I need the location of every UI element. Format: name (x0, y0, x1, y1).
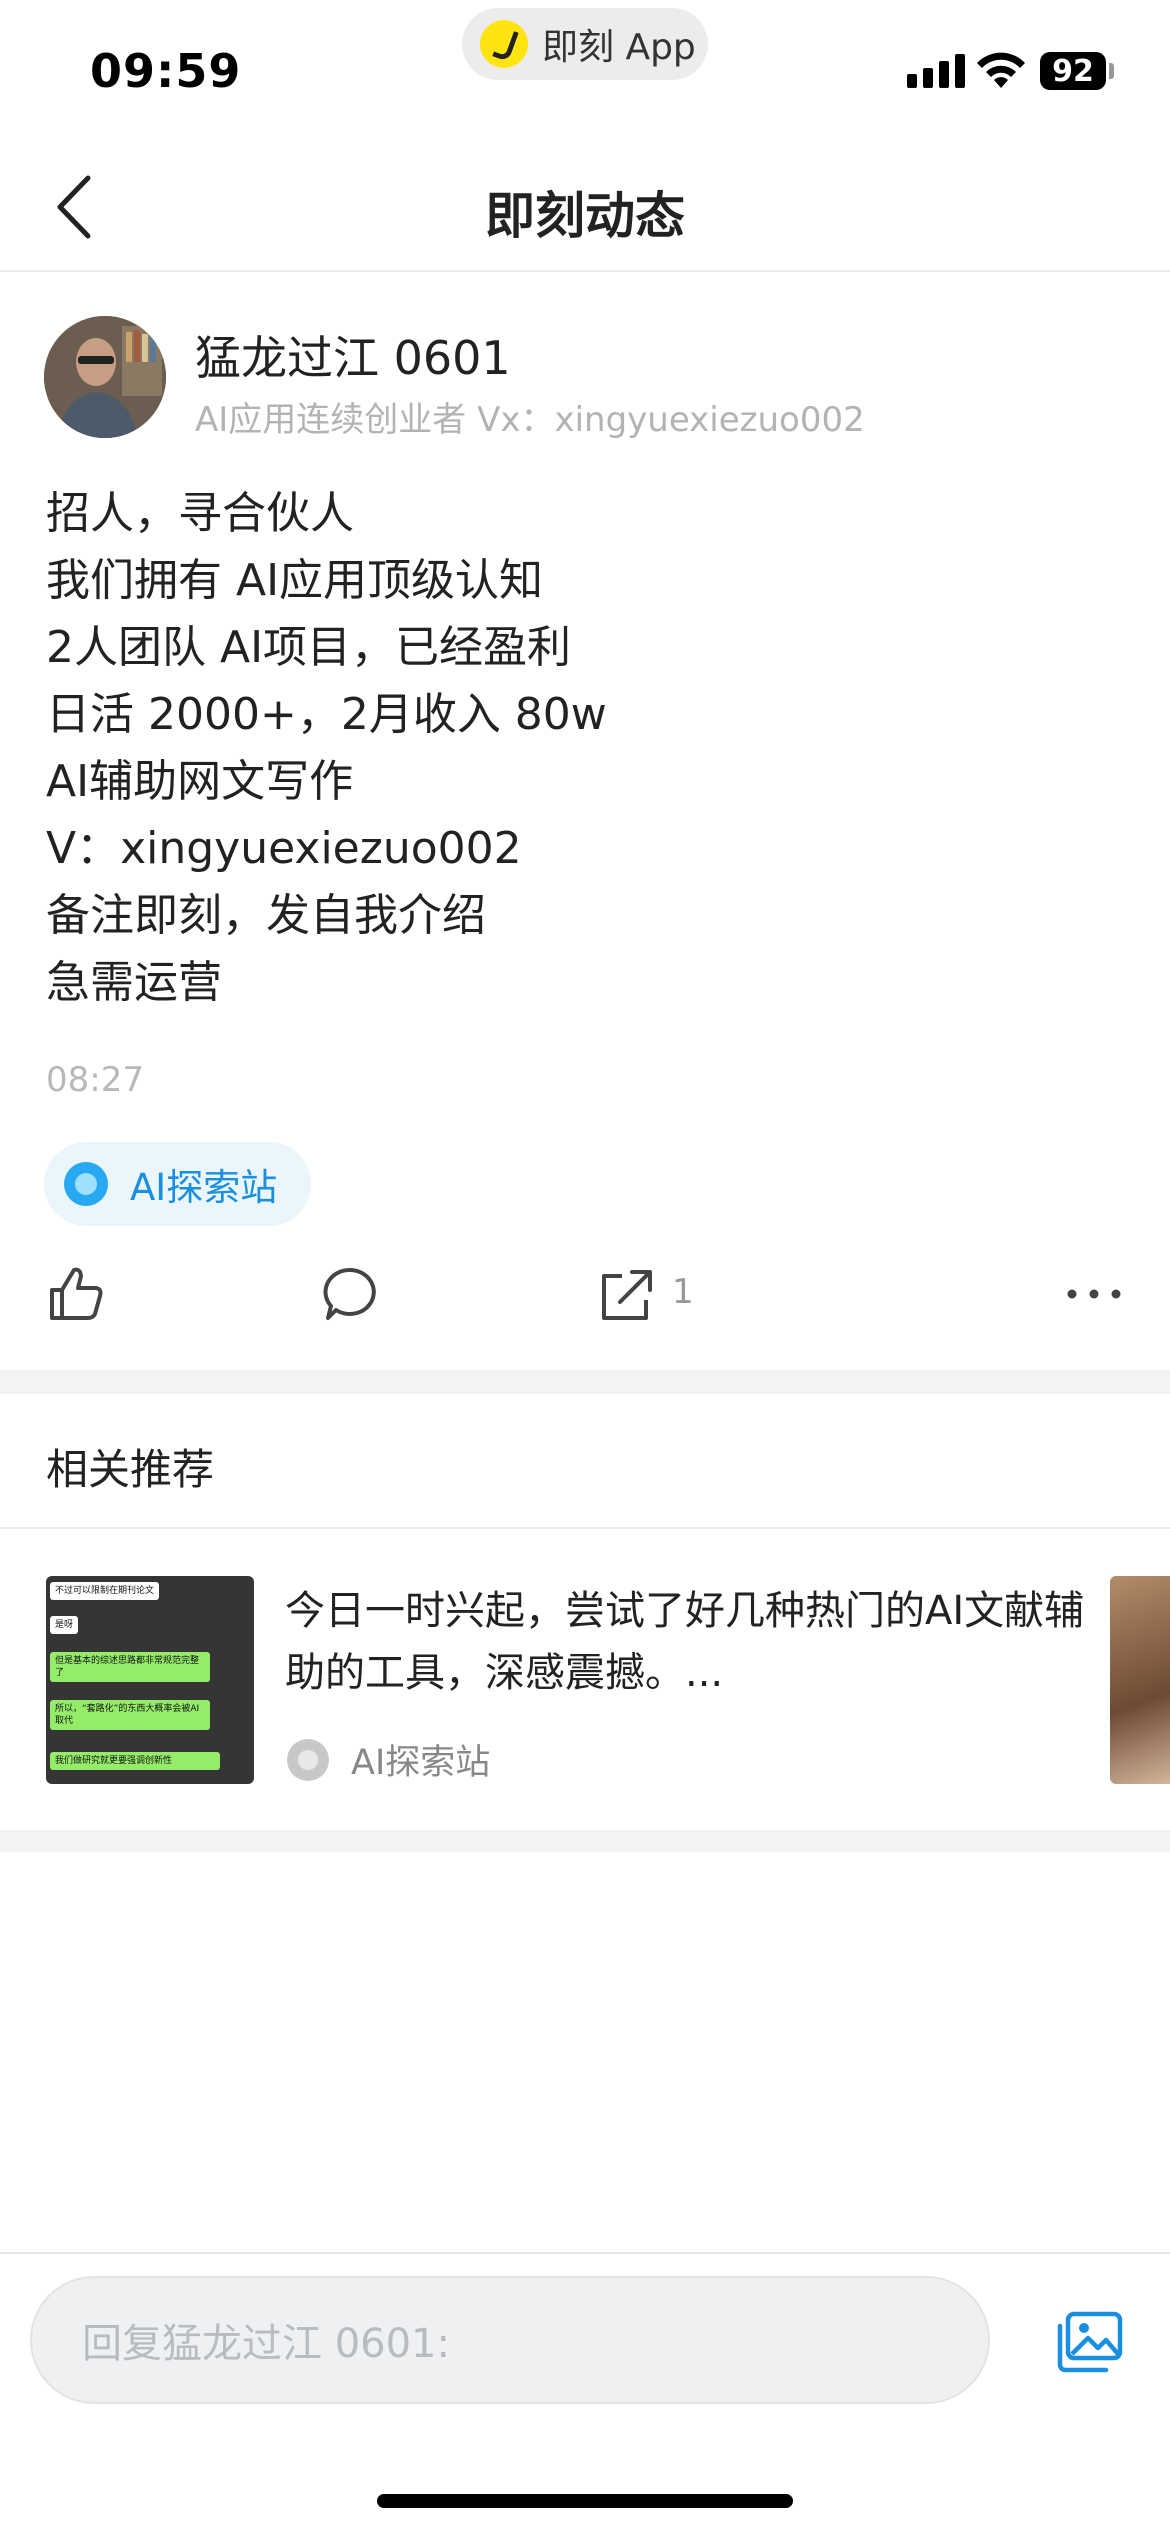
avatar[interactable] (44, 316, 166, 438)
battery-tip (1109, 63, 1114, 79)
thumb-text: 不过可以限制在期刊论文 (50, 1582, 160, 1600)
app-pill-label: 即刻 App (542, 27, 696, 68)
author-bio: AI应用连续创业者 Vx：xingyuexiezuo002 (195, 400, 865, 440)
section-divider (0, 1830, 1170, 1852)
related-section-title: 相关推荐 (46, 1445, 215, 1494)
post-line: AI辅助网文写作 (46, 756, 354, 807)
nav-divider (0, 270, 1170, 272)
cellular-signal-icon (907, 54, 965, 88)
jike-logo-icon (480, 20, 528, 68)
post-line: 日活 2000+，2月收入 80w (46, 689, 607, 740)
image-icon[interactable] (1054, 2310, 1124, 2374)
recommendation-topic[interactable]: AI探索站 (287, 1734, 490, 1785)
more-icon[interactable] (1066, 1264, 1122, 1324)
post-line: V：xingyuexiezuo002 (46, 823, 522, 874)
section-divider (0, 1370, 1170, 1394)
thumb-text: 是呀 (50, 1616, 79, 1634)
post-line: 我们拥有 AI应用顶级认知 (46, 555, 544, 606)
topic-chip[interactable]: AI探索站 (44, 1142, 312, 1226)
post-timestamp: 08:27 (46, 1060, 144, 1100)
thumb-text: 但是基本的综述思路都非常规范完整了 (50, 1652, 210, 1682)
recommendation-topic-label: AI探索站 (351, 1743, 491, 1783)
reply-input[interactable]: 回复猛龙过江 0601: (30, 2276, 990, 2404)
post-line: 招人，寻合伙人 (46, 488, 354, 539)
recommendation-title[interactable]: 今日一时兴起，尝试了好几种热门的AI文献辅助的工具，深感震撼。... (285, 1580, 1085, 1704)
next-recommendation-thumbnail[interactable] (1110, 1576, 1170, 1784)
return-to-app-pill[interactable]: 即刻 App (462, 8, 708, 80)
comment-icon[interactable] (322, 1264, 378, 1324)
topic-icon (64, 1162, 108, 1206)
topic-label: AI探索站 (130, 1166, 278, 1209)
status-time: 09:59 (90, 44, 242, 98)
post-line: 2人团队 AI项目，已经盈利 (46, 622, 572, 673)
battery-icon: 92 (1040, 52, 1106, 90)
bottom-bar-divider (0, 2252, 1170, 2254)
thumbs-up-icon[interactable] (46, 1264, 106, 1324)
share-icon[interactable] (598, 1264, 654, 1324)
home-indicator (377, 2494, 793, 2508)
post-content: 招人，寻合伙人 我们拥有 AI应用顶级认知 2人团队 AI项目，已经盈利 日活 … (46, 480, 1126, 1016)
page-title: 即刻动态 (485, 187, 685, 245)
share-count: 1 (672, 1272, 694, 1312)
author-name[interactable]: 猛龙过江 0601 (195, 322, 511, 388)
topic-icon (287, 1738, 329, 1781)
post-line: 备注即刻，发自我介绍 (46, 890, 486, 941)
recommendation-thumbnail[interactable]: 不过可以限制在期刊论文 是呀 但是基本的综述思路都非常规范完整了 所以，“套路化… (46, 1576, 254, 1784)
wifi-icon (977, 52, 1025, 88)
thumb-text: 所以，“套路化”的东西大概率会被AI取代 (50, 1700, 210, 1730)
related-divider (0, 1527, 1170, 1529)
thumb-text: 我们做研究就更要强调创新性 (50, 1752, 220, 1770)
post-line: 急需运营 (46, 957, 222, 1008)
